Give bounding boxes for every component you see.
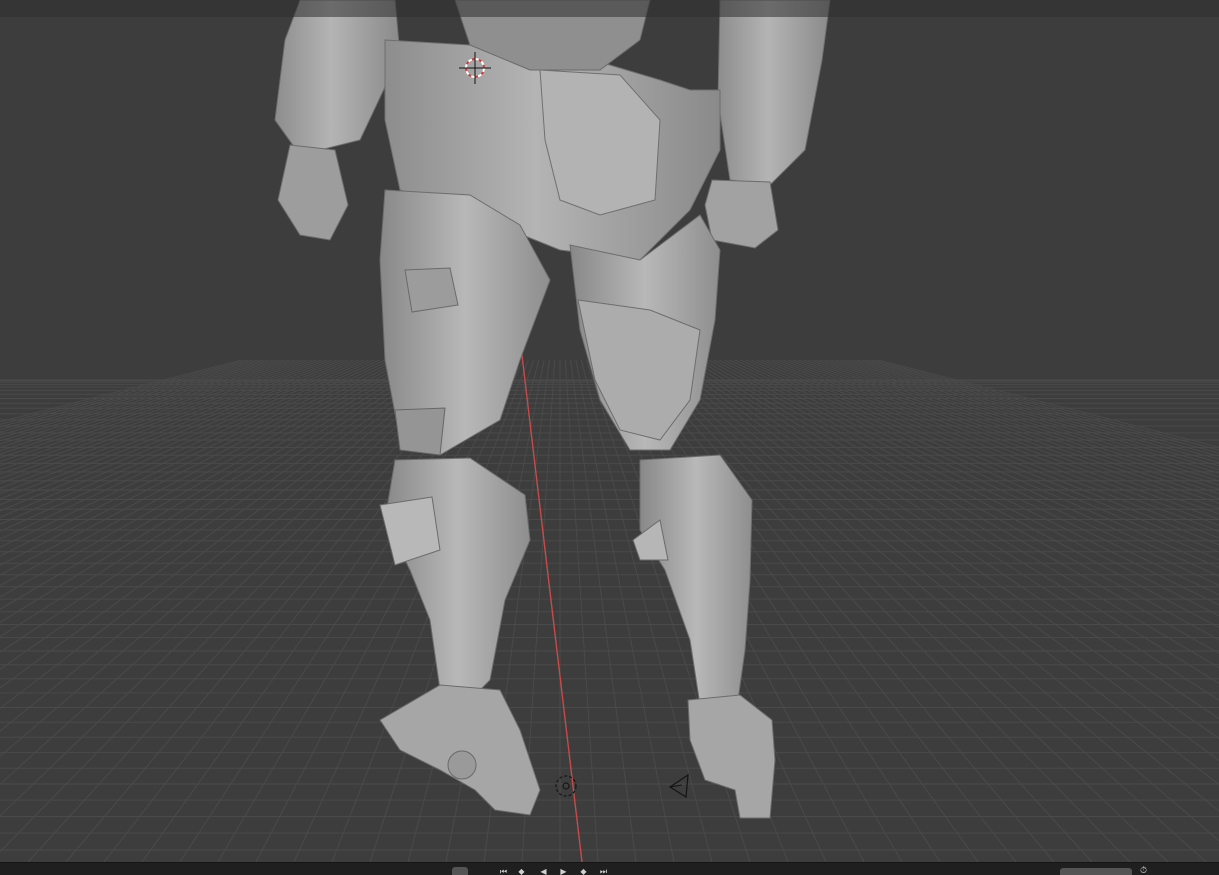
viewport-grid [0, 360, 1219, 862]
next-keyframe-icon[interactable]: ◆ [578, 868, 589, 875]
viewport-header-strip [0, 0, 1219, 17]
stopwatch-icon[interactable]: ⏱ [1140, 866, 1156, 875]
play-icon[interactable]: ▶ [558, 868, 569, 875]
blender-window: ⏮ ◆ ◀ ▶ ◆ ⏭ ⏱ [0, 0, 1219, 875]
camera-object-icon[interactable] [668, 773, 689, 799]
previous-keyframe-icon[interactable]: ◆ [516, 868, 527, 875]
3d-viewport[interactable] [0, 0, 1219, 862]
viewport-scene [0, 0, 1219, 862]
frame-field-icon[interactable] [452, 867, 468, 875]
jump-to-end-icon[interactable]: ⏭ [598, 868, 609, 875]
jump-to-start-icon[interactable]: ⏮ [498, 868, 509, 875]
frame-range-field[interactable] [1060, 868, 1132, 875]
timeline-bar: ⏮ ◆ ◀ ▶ ◆ ⏭ ⏱ [0, 862, 1219, 875]
play-reverse-icon[interactable]: ◀ [538, 868, 549, 875]
